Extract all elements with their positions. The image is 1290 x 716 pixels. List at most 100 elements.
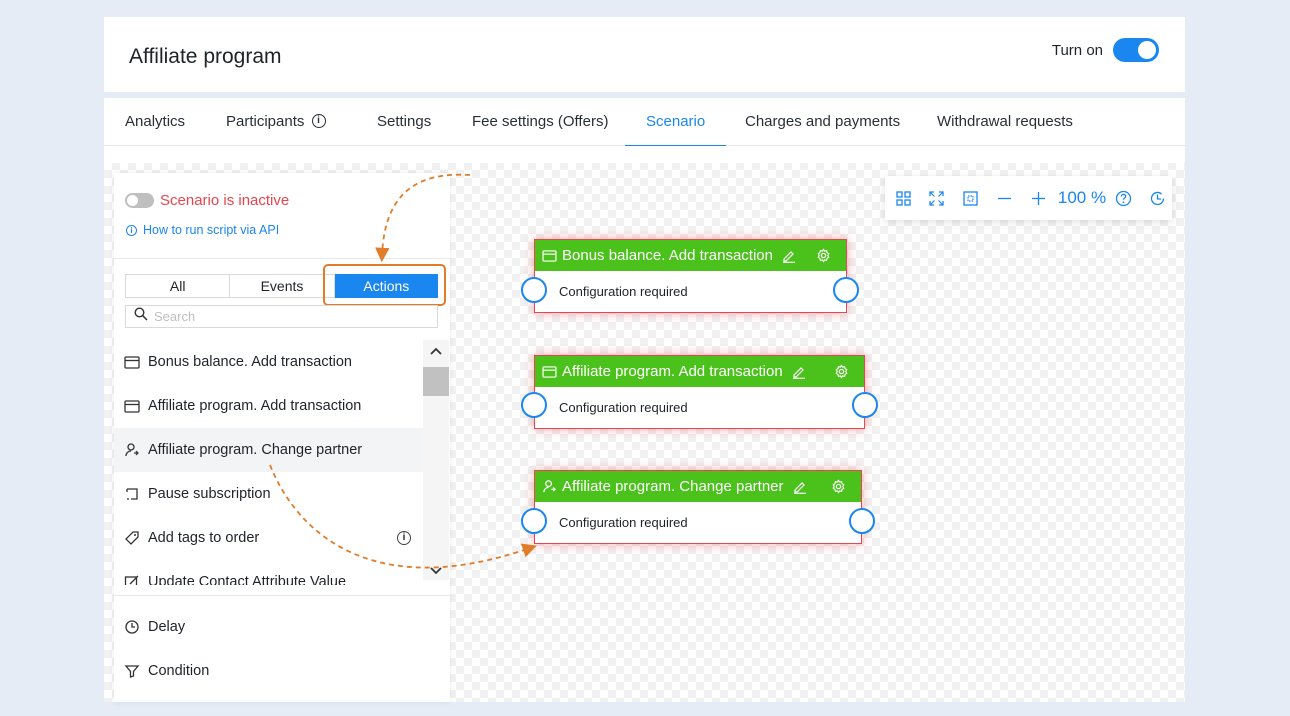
tab-fee-settings[interactable]: Fee settings (Offers) [472,98,608,146]
toggle-knob [127,195,138,206]
gear-icon[interactable] [830,478,847,495]
zoom-level: 100 % [1057,188,1107,207]
delay-item[interactable]: Delay [124,619,185,635]
info-icon[interactable]: i [397,531,411,545]
list-item[interactable]: Add tags to order i [114,516,423,560]
tab-label: Participants [226,113,305,130]
canvas-toolbar: 100 % [885,176,1172,220]
pencil-icon[interactable] [791,364,807,380]
help-icon[interactable] [1113,187,1133,209]
zoom-out-icon[interactable] [995,187,1013,209]
filter-segment: All Events Actions [125,274,438,298]
delay-label: Delay [148,619,186,635]
tab-charges-and-payments[interactable]: Charges and payments [745,98,900,146]
filter-actions[interactable]: Actions [334,274,438,298]
node-header: Affiliate program. Change partner [535,471,861,502]
turn-on-control: Turn on [1052,38,1159,62]
api-help-link[interactable]: i How to run script via API [126,223,279,237]
tab-withdrawal-requests[interactable]: Withdrawal requests [937,98,1073,146]
tab-label: Charges and payments [745,113,901,130]
clock-icon [124,619,140,635]
output-port[interactable] [849,508,875,534]
output-port[interactable] [833,277,859,303]
list-item-label: Add tags to order [148,530,260,546]
scroll-up-icon[interactable] [423,342,449,360]
input-port[interactable] [521,392,547,418]
tab-analytics[interactable]: Analytics [125,98,185,146]
node-body: Configuration required [559,515,688,530]
grid-icon[interactable] [894,187,912,209]
tab-label: Analytics [125,113,186,130]
divider [114,258,450,259]
scenario-node[interactable]: Bonus balance. Add transaction Configura… [534,239,847,313]
scenario-node[interactable]: Affiliate program. Add transaction Confi… [534,355,865,429]
node-title: Bonus balance. Add transaction [562,247,773,264]
pause-subscription-icon [124,486,140,502]
input-port[interactable] [521,277,547,303]
fullscreen-icon[interactable] [927,187,945,209]
node-body: Configuration required [559,400,688,415]
list-item-label: Affiliate program. Add transaction [148,398,362,414]
list-item[interactable]: Update Contact Attribute Value [114,560,423,585]
filter-all[interactable]: All [126,275,231,297]
scenario-status: Scenario is inactive [125,192,289,209]
gear-icon[interactable] [815,247,832,264]
pencil-icon[interactable] [781,248,797,264]
turn-on-label: Turn on [1051,41,1103,59]
input-port[interactable] [521,508,547,534]
filter-icon [124,663,140,679]
user-swap-icon [541,479,557,495]
list-item-label: Update Contact Attribute Value [148,574,347,585]
action-list: Bonus balance. Add transaction Affiliate… [114,340,423,585]
list-scrollbar[interactable] [423,340,449,580]
scenario-node[interactable]: Affiliate program. Change partner Config… [534,470,862,544]
gear-icon[interactable] [833,363,850,380]
history-icon[interactable] [1147,187,1167,209]
node-title: Affiliate program. Change partner [562,478,784,495]
search-icon [134,307,148,326]
tabs-bar: Analytics Participants i Settings Fee se… [104,98,1185,147]
scroll-thumb[interactable] [423,367,449,396]
list-item[interactable]: Pause subscription [114,472,423,516]
page-header: Affiliate program Turn on [104,17,1185,92]
actions-panel: Scenario is inactive i How to run script… [114,173,450,702]
list-item[interactable]: Bonus balance. Add transaction [114,340,423,384]
tab-label: Fee settings (Offers) [472,113,609,130]
status-text: Scenario is inactive [160,192,290,209]
list-item[interactable]: Affiliate program. Change partner [114,428,423,472]
canvas-top-strip [104,146,1185,163]
filter-events[interactable]: Events [230,275,335,297]
node-body: Configuration required [559,284,688,299]
toggle-knob [1138,41,1156,59]
list-item-label: Bonus balance. Add transaction [148,354,352,370]
api-link-label: How to run script via API [143,223,280,237]
condition-item[interactable]: Condition [124,663,209,679]
turn-on-toggle[interactable] [1113,38,1159,62]
zoom-in-icon[interactable] [1029,187,1047,209]
pencil-icon[interactable] [792,479,808,495]
tab-settings[interactable]: Settings [377,98,431,146]
node-header: Bonus balance. Add transaction [535,240,846,271]
user-swap-icon [124,442,140,458]
card-icon [124,398,140,414]
node-title: Affiliate program. Add transaction [562,363,783,380]
edit-icon [124,574,140,585]
card-icon [124,354,140,370]
tab-scenario[interactable]: Scenario [624,98,727,147]
page-title: Affiliate program [129,45,282,68]
list-item[interactable]: Affiliate program. Add transaction [114,384,423,428]
tab-label: Withdrawal requests [937,113,1073,130]
divider [114,595,450,596]
tab-label: Scenario [646,113,706,130]
search-box [125,305,438,328]
list-item-label: Affiliate program. Change partner [148,442,363,458]
tab-label: Settings [377,113,432,130]
scroll-down-icon[interactable] [423,562,449,580]
info-icon[interactable]: i [311,114,326,129]
list-item-label: Pause subscription [148,486,271,502]
search-input[interactable] [154,309,424,324]
fit-view-icon[interactable] [961,187,979,209]
tab-participants[interactable]: Participants i [226,98,326,146]
output-port[interactable] [852,392,878,418]
scenario-toggle[interactable] [125,193,154,208]
